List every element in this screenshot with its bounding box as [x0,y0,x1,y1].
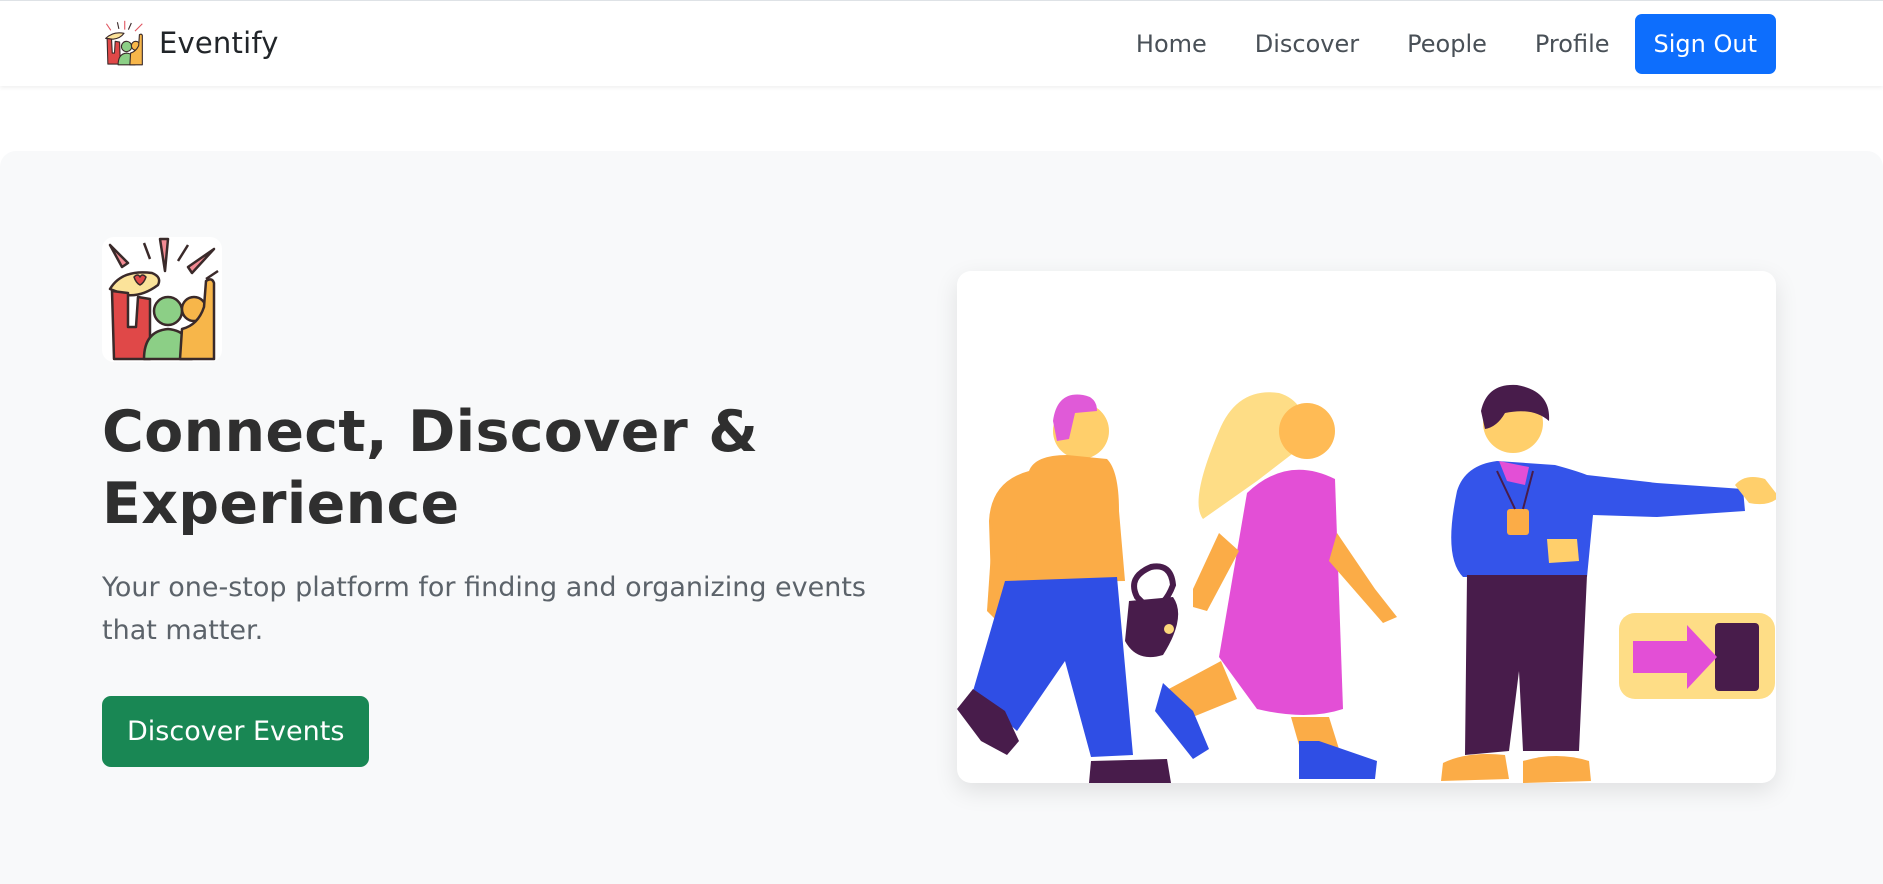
person-pink-icon [1155,392,1397,779]
eventify-logo-icon [108,237,219,361]
nav-link-people[interactable]: People [1383,14,1511,74]
top-navbar: Eventify Home Discover People Profile Si… [0,0,1883,86]
discover-events-button[interactable]: Discover Events [102,696,370,767]
people-walking-illustration [957,384,1776,783]
exit-sign-icon [1619,613,1775,699]
hero-title: Connect, Discover & Experience [102,399,759,537]
person-blue-icon [1441,384,1776,783]
hero-logo [102,237,222,362]
brand-name: Eventify [159,26,279,60]
nav-link-home[interactable]: Home [1112,14,1231,74]
person-orange-icon [957,394,1179,783]
sign-out-button[interactable]: Sign Out [1634,14,1776,74]
nav-links: Home Discover People Profile Sign Out [1112,14,1776,74]
hero-illustration-card [957,271,1776,783]
nav-link-profile[interactable]: Profile [1511,14,1634,74]
nav-link-discover[interactable]: Discover [1231,14,1383,74]
eventify-logo-icon [105,20,143,66]
hero-subtitle: Your one-stop platform for finding and o… [102,572,867,646]
brand-link[interactable]: Eventify [102,19,279,67]
